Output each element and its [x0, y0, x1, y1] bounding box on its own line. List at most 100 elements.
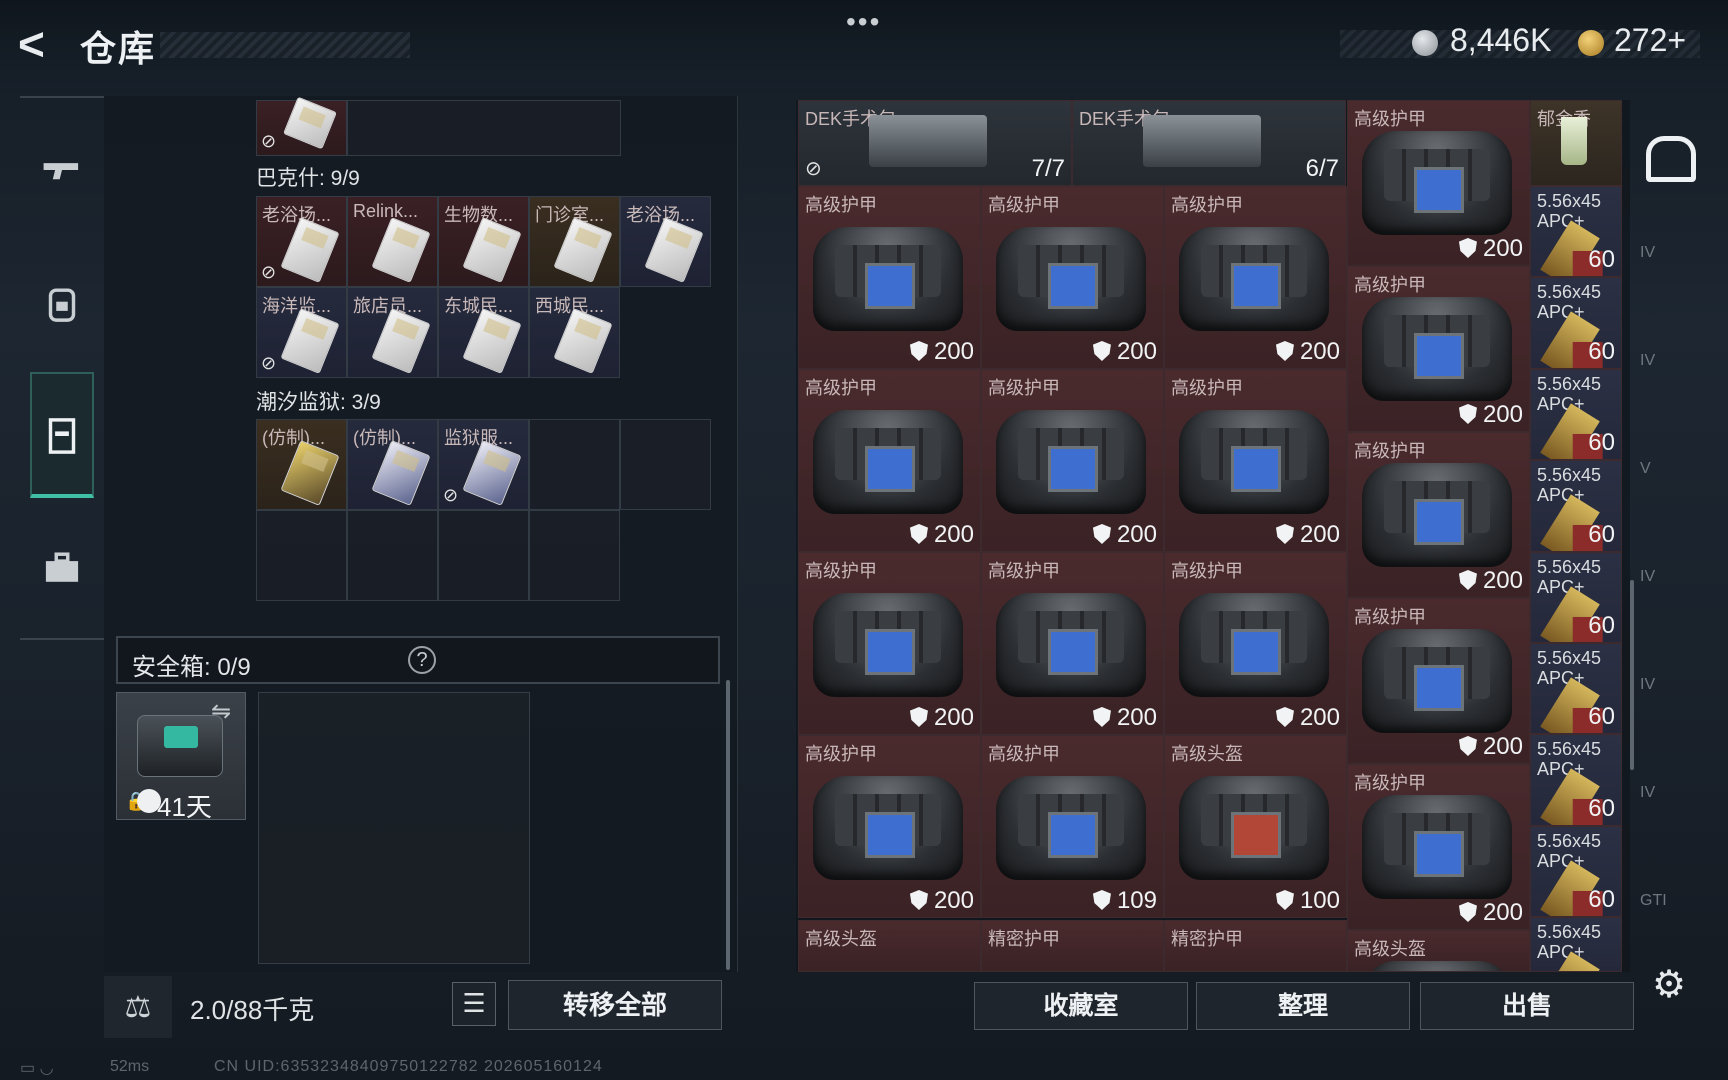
surgery-kit-icon [1143, 115, 1261, 167]
stash-cell[interactable]: 监狱服... ⊘ [438, 419, 529, 510]
stash-scrollbar[interactable] [726, 680, 730, 970]
case-filter-icon[interactable]: IV [1640, 784, 1704, 874]
title-stripe [160, 32, 410, 58]
armor-vest-icon [813, 227, 963, 331]
secure-case[interactable]: ⇋ 🔒 41天 [116, 692, 246, 822]
inventory-cell[interactable]: 5.56x45 APC+ 60 [1530, 643, 1622, 735]
item-name: 老浴场... [262, 205, 332, 225]
helmet-filter-icon[interactable]: V [1640, 460, 1704, 550]
inventory-cell[interactable]: 高级护甲 200 [1347, 764, 1530, 930]
inventory-cell[interactable]: 高级护甲 200 [1347, 432, 1530, 598]
stash-cell[interactable]: 海洋监... ⊘ [256, 287, 347, 378]
shield-icon [1092, 707, 1111, 727]
stash-cell[interactable]: 老浴场... [620, 196, 711, 287]
armor-filter-icon[interactable]: IV [1640, 244, 1704, 334]
inventory-cell[interactable]: 5.56x45 APC+ [1530, 917, 1622, 972]
inventory-cell[interactable]: 5.56x45 APC+ 60 [1530, 825, 1622, 918]
weight-lock-icon[interactable]: ⚖ [104, 976, 172, 1038]
sort-button[interactable]: 整理 [1196, 982, 1410, 1030]
inventory-cell[interactable]: 高级护甲 200 [1347, 598, 1530, 764]
inventory-cell[interactable]: 高级护甲 200 [798, 186, 981, 369]
inventory-cell[interactable]: 5.56x45 APC+ 60 [1530, 734, 1622, 826]
inventory-cell[interactable]: 高级护甲 200 [981, 552, 1164, 735]
inventory-cell[interactable]: 精密护甲 [981, 920, 1164, 972]
durability-value: 200 [1482, 733, 1523, 760]
inventory-cell[interactable]: 高级护甲 200 [1347, 100, 1530, 266]
briefcase-icon[interactable] [20, 508, 104, 628]
inventory-cell[interactable]: 高级头盔 [798, 920, 981, 972]
ammo-caliber: 5.56x45 [1537, 739, 1602, 760]
inventory-cell[interactable]: 高级护甲 109 [981, 735, 1164, 918]
ammo-caliber: 5.56x45 [1537, 465, 1602, 486]
inventory-cell[interactable]: 5.56x45 APC+ 60 [1530, 460, 1622, 552]
item-name: 高级护甲 [988, 378, 1060, 398]
inventory-cell[interactable]: 5.56x45 APC+ 60 [1530, 551, 1622, 643]
stash-cell[interactable]: 东城民... [438, 287, 529, 378]
vest-icon[interactable] [20, 376, 104, 496]
vest-filter-icon[interactable]: IV [1640, 352, 1704, 442]
item-name: 高级护甲 [1171, 561, 1243, 581]
inventory-cell[interactable]: 高级护甲 200 [798, 552, 981, 735]
settings-gear-icon[interactable]: ⚙ [1652, 962, 1686, 1007]
inventory-cell[interactable]: 高级头盔 100 [1164, 735, 1347, 918]
shield-icon [1275, 707, 1294, 727]
inventory-cell[interactable]: 5.56x45 APC+ 60 [1530, 277, 1622, 369]
inventory-cell[interactable]: 高级护甲 200 [1164, 369, 1347, 552]
currency-silver[interactable]: 8,446K [1450, 22, 1551, 59]
inventory-cell[interactable]: 高级护甲 200 [1347, 266, 1530, 432]
inventory-cell[interactable]: 高级护甲 200 [981, 369, 1164, 552]
stash-cell[interactable]: 老浴场... ⊘ [256, 196, 347, 287]
backpack-icon[interactable] [20, 244, 104, 364]
inventory-cell[interactable]: 5.56x45 APC+ 60 [1530, 186, 1622, 278]
swap-icon[interactable]: ⇋ [211, 697, 231, 726]
durability-value: 200 [1482, 235, 1523, 262]
item-name: 高级护甲 [805, 561, 877, 581]
list-icon[interactable]: ☰ [452, 982, 496, 1026]
sell-button[interactable]: 出售 [1420, 982, 1634, 1030]
inventory-cell[interactable]: 精密护甲 [1164, 920, 1347, 972]
menu-dots-icon[interactable]: ••• [846, 6, 881, 38]
stash-cell[interactable]: ⊘ [256, 96, 347, 156]
inventory-cell[interactable]: 高级护甲 200 [981, 186, 1164, 369]
armor-vest-icon [1362, 131, 1512, 235]
inventory-scrollbar[interactable] [1630, 580, 1634, 770]
rig-filter-icon[interactable]: IV [1640, 676, 1704, 766]
inventory-cell[interactable]: 高级护甲 200 [798, 369, 981, 552]
durability: 100 [1275, 887, 1340, 915]
inventory-cell[interactable]: DEK手术包 6/7 [1072, 100, 1346, 186]
shield-icon [1275, 524, 1294, 544]
gun-icon[interactable] [20, 110, 104, 230]
durability: 200 [909, 887, 974, 915]
collection-button[interactable]: 收藏室 [974, 982, 1188, 1030]
stash-cell[interactable]: 旅店员... [347, 287, 438, 378]
transfer-all-button[interactable]: 转移全部 [508, 980, 722, 1030]
inventory-cell[interactable]: 高级头盔 [1347, 930, 1530, 972]
help-icon[interactable]: ? [408, 646, 436, 674]
inventory-cell[interactable]: 高级护甲 200 [1164, 186, 1347, 369]
stash-cell[interactable]: Relink... [347, 196, 438, 287]
back-icon[interactable]: < [18, 21, 62, 67]
inventory-cell[interactable]: 5.56x45 APC+ 60 [1530, 368, 1622, 461]
stash-cell[interactable]: 生物数... [438, 196, 529, 287]
ammo-caliber: 5.56x45 [1537, 648, 1602, 668]
armor-vest-icon [996, 776, 1146, 880]
stash-cell[interactable]: (仿制)... [347, 419, 438, 510]
stash-cell[interactable]: (仿制)... [256, 419, 347, 510]
inventory-cell[interactable]: 高级护甲 200 [798, 735, 981, 918]
item-name: 生物数... [444, 205, 514, 225]
armor-vest-icon [813, 776, 963, 880]
durability-value: 200 [1482, 899, 1523, 926]
durability: 200 [1458, 235, 1523, 263]
inventory-cell[interactable]: 郁金香 [1530, 100, 1622, 186]
bag-filter-icon[interactable]: IV [1640, 568, 1704, 658]
inventory-cell[interactable]: 高级护甲 200 [1164, 552, 1347, 735]
stash-home-icon[interactable] [1646, 136, 1696, 182]
durability-value: 200 [1116, 521, 1157, 548]
durability: 200 [1275, 521, 1340, 549]
stash-cell[interactable]: 西城民... [529, 287, 620, 378]
armor-vest-icon [813, 593, 963, 697]
shield-icon [1458, 570, 1477, 590]
inventory-cell[interactable]: DEK手术包 ⊘ 7/7 [798, 100, 1072, 186]
currency-gold[interactable]: 272+ [1614, 22, 1686, 59]
stash-cell[interactable]: 门诊室... [529, 196, 620, 287]
